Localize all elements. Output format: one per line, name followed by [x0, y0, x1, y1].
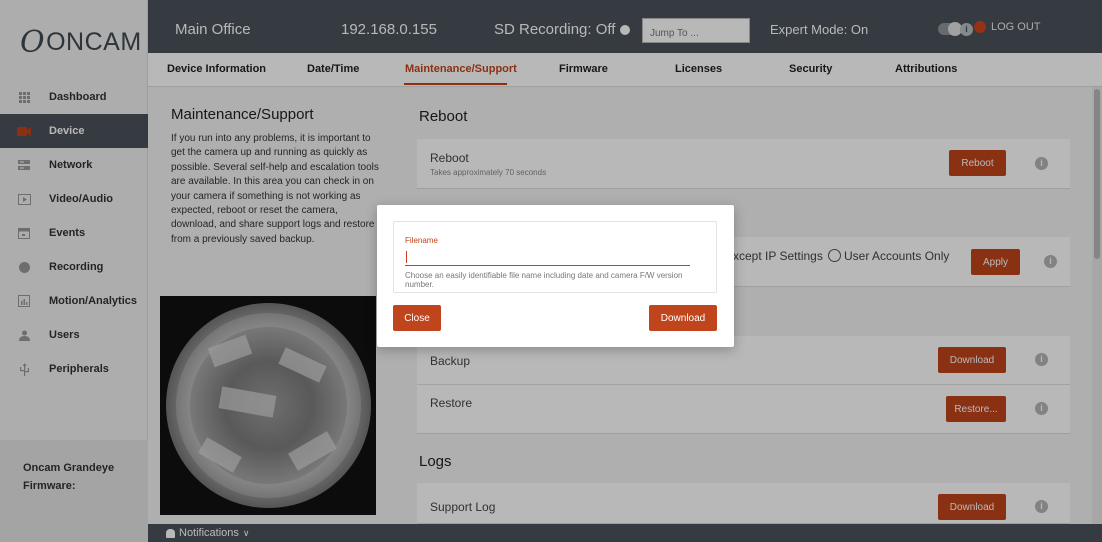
filename-label: Filename	[405, 236, 438, 245]
close-button[interactable]: Close	[393, 305, 441, 331]
filename-field: Filename Choose an easily identifiable f…	[393, 221, 717, 293]
download-filename-dialog: Filename Choose an easily identifiable f…	[377, 205, 734, 347]
filename-input[interactable]	[405, 250, 690, 266]
text-cursor	[406, 251, 407, 263]
filename-hint: Choose an easily identifiable file name …	[405, 271, 683, 289]
download-button[interactable]: Download	[649, 305, 717, 331]
